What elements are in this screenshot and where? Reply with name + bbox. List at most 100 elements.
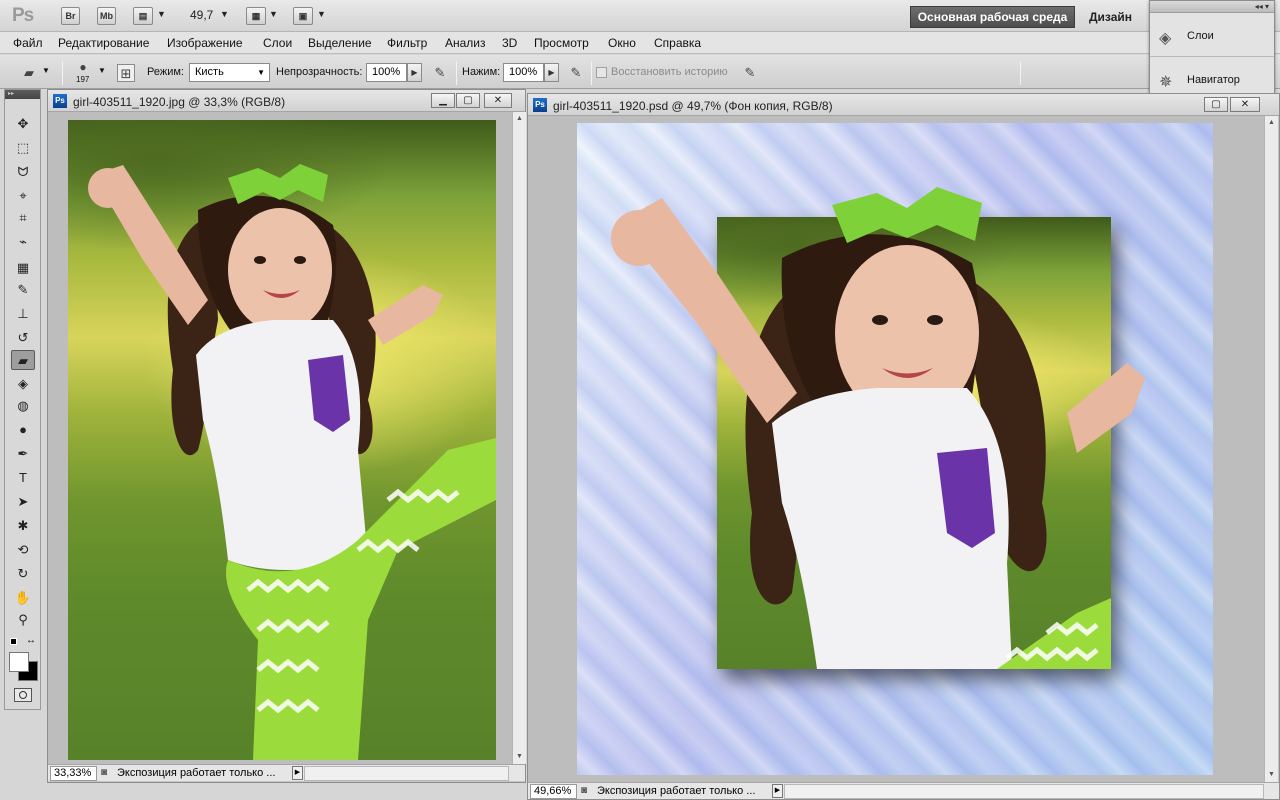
collapsed-panel-dock: ◂◂ ▾ ◈ Слои ✵ Навигатор (1149, 0, 1275, 100)
size-pressure-icon[interactable]: ✎ (741, 64, 759, 82)
document-window-psd: Ps girl-403511_1920.psd @ 49,7% (Фон коп… (527, 93, 1280, 800)
workspace-essentials-button[interactable]: Основная рабочая среда (910, 6, 1075, 28)
menu-3d[interactable]: 3D (502, 36, 517, 50)
tools-panel: ▸▸ ✥ ⬚ ᗢ ⌖ ⌗ ⌁ ▦ ✎ ⊥ ↺ ▰ ◈ ◍ ● ✒ T ➤ ✱ ⟲ ↻ ✋ ⚲ ↔ (4, 89, 41, 710)
bridge-button[interactable]: Br (61, 7, 80, 25)
shape-tool[interactable]: ✱ (11, 516, 35, 536)
application-bar: Ps Br Mb ▤ ▼ 49,7 ▼ ▦ ▼ ▣ ▼ Основная раб… (0, 0, 1280, 32)
canvas-area[interactable] (48, 112, 512, 764)
clone-stamp-tool[interactable]: ⊥ (11, 304, 35, 324)
eyedropper-tool[interactable]: ⌁ (11, 232, 35, 252)
vertical-scrollbar[interactable]: ▲ ▼ (512, 112, 526, 764)
brush-tip-icon[interactable]: ● (74, 58, 92, 76)
zoom-dropdown-icon[interactable]: ▼ (220, 9, 229, 19)
brush-tool[interactable]: ✎ (11, 280, 35, 300)
panel-item-layers[interactable]: ◈ Слои (1150, 15, 1274, 57)
view-extras-dropdown-icon[interactable]: ▼ (157, 9, 166, 19)
opacity-input[interactable]: 100% (366, 63, 407, 82)
brush-picker-dropdown-icon[interactable]: ▼ (98, 66, 106, 75)
arrange-dropdown-icon[interactable]: ▼ (269, 9, 278, 19)
menu-layers[interactable]: Слои (263, 36, 292, 50)
foreground-color-swatch[interactable] (9, 652, 29, 672)
erase-to-history-checkbox[interactable] (596, 67, 607, 78)
vertical-scrollbar[interactable]: ▲ ▼ (1264, 116, 1278, 782)
3d-rotate-tool[interactable]: ⟲ (11, 540, 35, 560)
horizontal-scrollbar[interactable] (304, 766, 509, 781)
default-colors-icon[interactable] (10, 638, 17, 645)
crop-tool[interactable]: ⌗ (11, 208, 35, 228)
menu-edit[interactable]: Редактирование (58, 36, 149, 50)
eraser-tool[interactable]: ▰ (11, 350, 35, 370)
scroll-down-icon[interactable]: ▼ (1265, 768, 1278, 782)
zoom-level[interactable]: 49,7 (190, 8, 213, 22)
pen-tool[interactable]: ✒ (11, 444, 35, 464)
zoom-percentage[interactable]: 49,66% (530, 784, 577, 799)
minimize-button[interactable]: ▁ (431, 93, 455, 108)
menu-window[interactable]: Окно (608, 36, 636, 50)
brush-panel-toggle-icon[interactable]: ⊞ (117, 64, 135, 82)
menu-file[interactable]: Файл (13, 36, 43, 50)
hand-tool[interactable]: ✋ (11, 588, 35, 608)
swap-colors-icon[interactable]: ↔ (26, 635, 36, 646)
path-selection-tool[interactable]: ➤ (11, 492, 35, 512)
paint-bucket-tool[interactable]: ◈ (11, 374, 35, 394)
blur-tool[interactable]: ◍ (11, 396, 35, 416)
status-menu-arrow-icon[interactable]: ▶ (772, 784, 783, 798)
dodge-tool[interactable]: ● (11, 420, 35, 440)
zoom-percentage[interactable]: 33,33% (50, 766, 97, 781)
lasso-tool[interactable]: ᗢ (11, 162, 35, 182)
type-tool[interactable]: T (11, 468, 35, 488)
menu-view[interactable]: Просмотр (534, 36, 589, 50)
opacity-pressure-icon[interactable]: ✎ (431, 64, 449, 82)
airbrush-icon[interactable]: ✎ (567, 64, 585, 82)
3d-orbit-tool[interactable]: ↻ (11, 564, 35, 584)
zoom-tool[interactable]: ⚲ (11, 610, 35, 630)
close-button[interactable]: ✕ (1230, 97, 1260, 112)
flow-slider-arrow-icon[interactable]: ▶ (544, 63, 559, 82)
document-title: girl-403511_1920.jpg @ 33,3% (RGB/8) (73, 95, 286, 109)
tools-collapse-icon[interactable]: ▸▸ (5, 90, 40, 99)
horizontal-scrollbar[interactable] (784, 784, 1264, 799)
preset-dropdown-icon[interactable]: ▼ (42, 66, 50, 75)
eraser-preset-icon[interactable]: ▰ (20, 64, 38, 82)
flow-input[interactable]: 100% (503, 63, 544, 82)
menu-analysis[interactable]: Анализ (445, 36, 486, 50)
maximize-button[interactable]: ▢ (456, 93, 480, 108)
panel-expand-icon[interactable]: ◂◂ ▾ (1150, 1, 1274, 13)
screen-mode-dropdown-icon[interactable]: ▼ (317, 9, 326, 19)
scroll-up-icon[interactable]: ▲ (513, 112, 526, 126)
canvas-area[interactable] (528, 116, 1264, 782)
opacity-slider-arrow-icon[interactable]: ▶ (407, 63, 422, 82)
status-menu-arrow-icon[interactable]: ▶ (292, 766, 303, 780)
view-extras-button[interactable]: ▤ (133, 7, 153, 25)
status-text: Экспозиция работает только ... (117, 767, 276, 779)
menu-select[interactable]: Выделение (308, 36, 372, 50)
mini-bridge-button[interactable]: Mb (97, 7, 116, 25)
maximize-button[interactable]: ▢ (1204, 97, 1228, 112)
menu-help[interactable]: Справка (654, 36, 701, 50)
menu-image[interactable]: Изображение (167, 36, 243, 50)
arrange-documents-button[interactable]: ▦ (246, 7, 266, 25)
scroll-up-icon[interactable]: ▲ (1265, 116, 1278, 130)
quick-selection-tool[interactable]: ⌖ (11, 186, 35, 206)
move-tool[interactable]: ✥ (11, 114, 35, 134)
document-tab[interactable]: Ps girl-403511_1920.psd @ 49,7% (Фон коп… (528, 94, 1279, 116)
status-info-icon[interactable]: ◙ (581, 785, 587, 796)
erase-to-history-label: Восстановить историю (611, 66, 728, 78)
marquee-tool[interactable]: ⬚ (11, 138, 35, 158)
menu-filter[interactable]: Фильтр (387, 36, 427, 50)
workspace-design-button[interactable]: Дизайн (1089, 10, 1132, 24)
status-info-icon[interactable]: ◙ (101, 767, 107, 778)
collage-canvas (577, 123, 1213, 775)
scroll-down-icon[interactable]: ▼ (513, 750, 526, 764)
navigator-icon: ✵ (1159, 74, 1173, 91)
mode-select[interactable]: Кисть ▼ (189, 63, 270, 82)
status-bar: 33,33% ◙ Экспозиция работает только ... … (48, 764, 525, 781)
document-tab[interactable]: Ps girl-403511_1920.jpg @ 33,3% (RGB/8) … (48, 90, 525, 112)
mode-dropdown-icon[interactable]: ▼ (257, 64, 265, 81)
quick-mask-button[interactable] (14, 688, 32, 702)
close-button[interactable]: ✕ (484, 93, 512, 108)
history-brush-tool[interactable]: ↺ (11, 328, 35, 348)
screen-mode-button[interactable]: ▣ (293, 7, 313, 25)
healing-brush-tool[interactable]: ▦ (11, 258, 35, 278)
